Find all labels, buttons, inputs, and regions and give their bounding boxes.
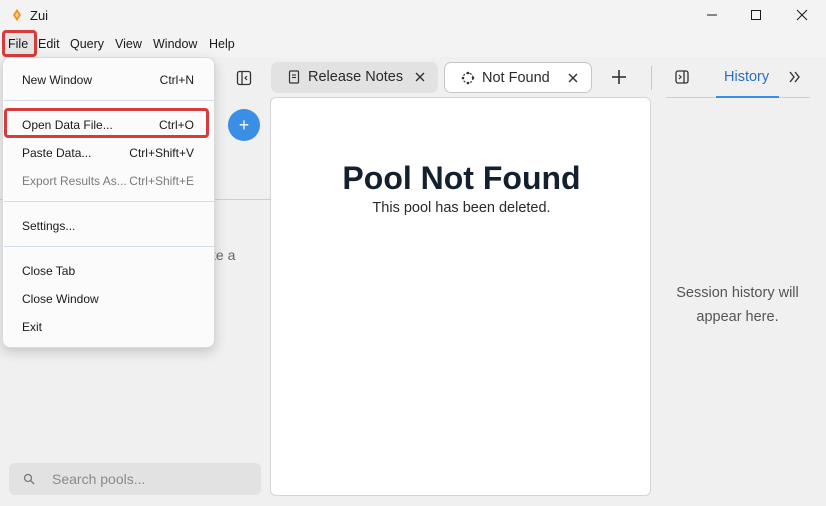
window-title: Zui bbox=[30, 8, 49, 23]
tab-history[interactable]: History bbox=[724, 69, 769, 85]
file-menu-dropdown: New Window Ctrl+N Open Data File... Ctrl… bbox=[2, 57, 215, 348]
search-icon bbox=[23, 473, 35, 485]
menu-item-paste-data[interactable]: Paste Data... bbox=[22, 146, 91, 160]
menu-item-settings[interactable]: Settings... bbox=[22, 219, 75, 233]
page-subtitle: This pool has been deleted. bbox=[372, 200, 551, 216]
menu-help[interactable]: Help bbox=[209, 37, 235, 51]
menu-item-exit[interactable]: Exit bbox=[22, 320, 42, 334]
search-input[interactable]: Search pools... bbox=[52, 471, 145, 487]
toolbar-divider bbox=[651, 66, 652, 90]
close-tab-icon[interactable] bbox=[566, 71, 580, 85]
maximize-icon bbox=[751, 10, 761, 20]
page-title: Pool Not Found bbox=[342, 160, 581, 196]
menu-bar: File Edit Query View Window Help bbox=[0, 30, 826, 57]
tab-label: Release Notes bbox=[308, 69, 404, 85]
plus-icon: + bbox=[238, 114, 250, 135]
minimize-icon bbox=[707, 14, 717, 16]
session-history-empty-text: Session history will appear here. bbox=[676, 285, 799, 325]
menu-separator bbox=[4, 201, 214, 202]
open-data-file-highlight bbox=[4, 108, 209, 138]
menu-item-new-window[interactable]: New Window bbox=[22, 73, 92, 87]
shortcut-paste-data: Ctrl+Shift+V bbox=[129, 146, 194, 160]
menu-item-close-window[interactable]: Close Window bbox=[22, 292, 99, 306]
tab-release-notes[interactable]: Release Notes bbox=[271, 62, 438, 93]
zui-logo-icon bbox=[13, 9, 21, 21]
menu-view[interactable]: View bbox=[115, 37, 142, 51]
minimize-button[interactable] bbox=[689, 0, 735, 30]
menu-item-export-results: Export Results As... bbox=[22, 174, 127, 188]
add-pool-button[interactable]: + bbox=[228, 109, 260, 141]
shortcut-new-window: Ctrl+N bbox=[159, 73, 194, 87]
maximize-button[interactable] bbox=[733, 0, 779, 30]
menu-edit[interactable]: Edit bbox=[38, 37, 60, 51]
tab-label: Not Found bbox=[482, 70, 550, 86]
main-content: Pool Not Found This pool has been delete… bbox=[270, 97, 651, 496]
document-icon bbox=[288, 70, 300, 84]
menu-separator bbox=[4, 100, 214, 101]
pool-icon bbox=[461, 71, 475, 85]
title-bar: Zui bbox=[0, 0, 826, 30]
close-icon bbox=[796, 9, 808, 21]
active-tab-indicator bbox=[716, 96, 779, 98]
chevron-double-right-icon[interactable] bbox=[789, 70, 801, 84]
new-tab-icon[interactable] bbox=[609, 67, 629, 87]
close-tab-icon[interactable] bbox=[413, 70, 427, 84]
sidebar-empty-text: te a bbox=[212, 247, 236, 263]
search-pools-field[interactable]: Search pools... bbox=[9, 463, 261, 495]
menu-query[interactable]: Query bbox=[70, 37, 104, 51]
menu-window[interactable]: Window bbox=[153, 37, 197, 51]
menu-file-label[interactable]: File bbox=[8, 37, 28, 51]
close-window-button[interactable] bbox=[779, 0, 825, 30]
shortcut-export-results: Ctrl+Shift+E bbox=[129, 174, 194, 188]
tab-not-found[interactable]: Not Found bbox=[444, 62, 592, 93]
toggle-sidebar-icon[interactable] bbox=[236, 70, 252, 86]
menu-item-close-tab[interactable]: Close Tab bbox=[22, 264, 75, 278]
toggle-right-pane-icon[interactable] bbox=[675, 70, 689, 84]
menu-separator bbox=[4, 246, 214, 247]
